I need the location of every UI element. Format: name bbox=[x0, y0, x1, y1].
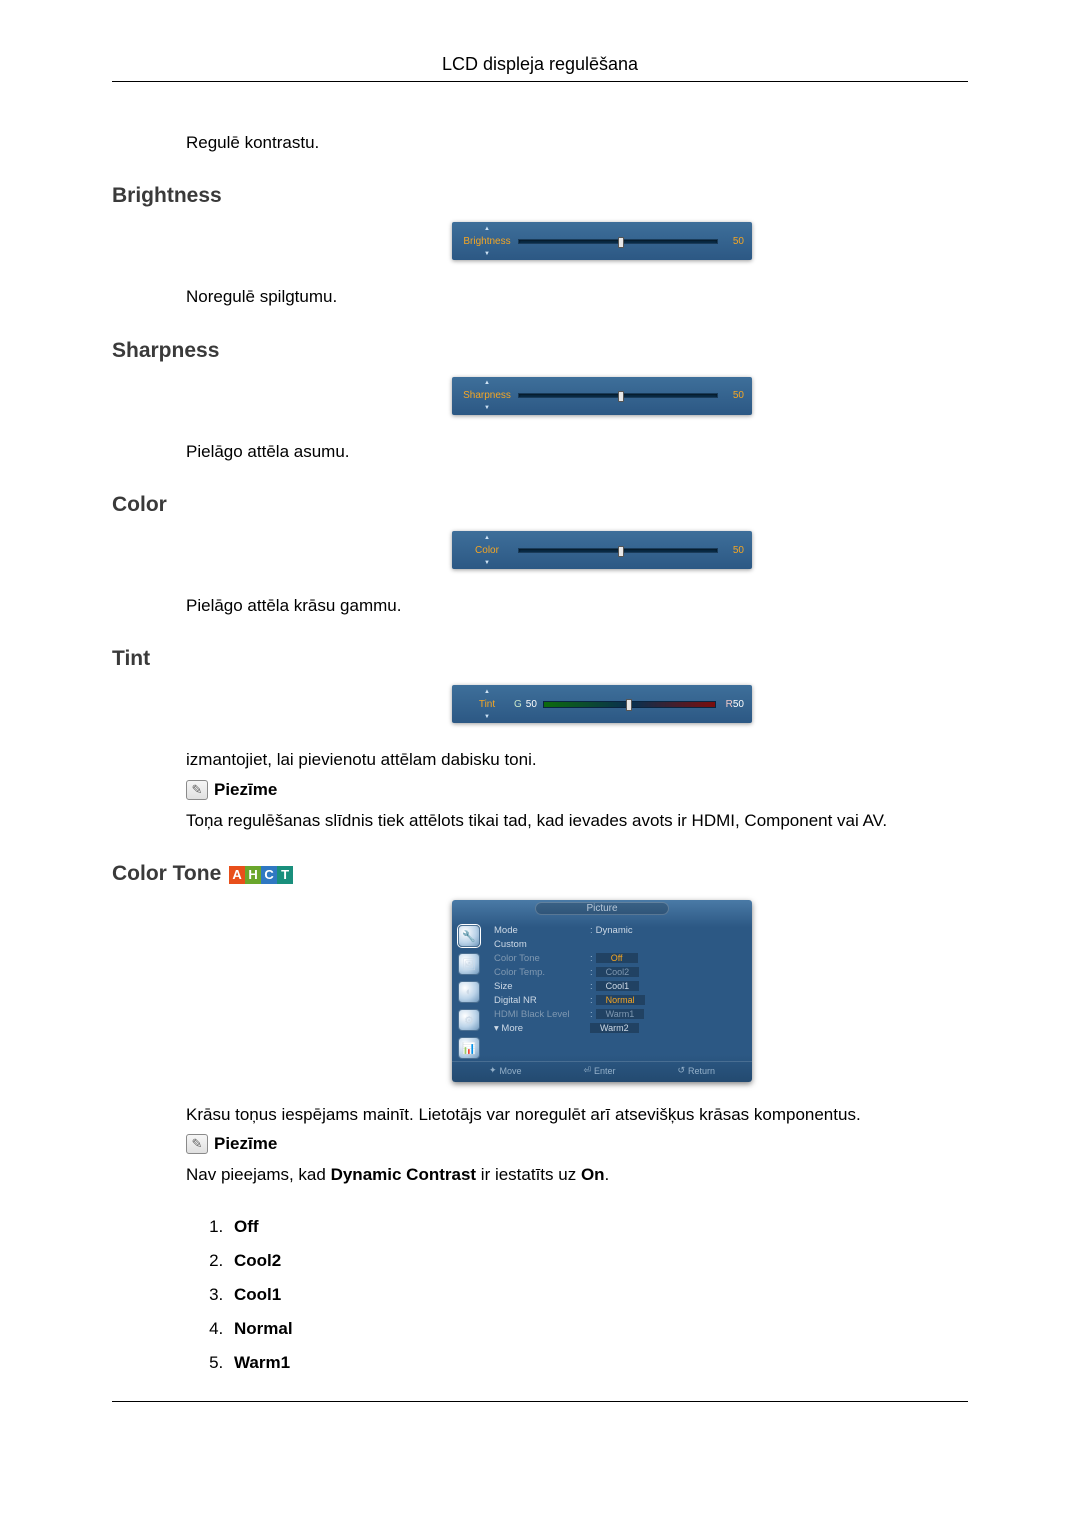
menu-value: Warm1 bbox=[596, 1009, 645, 1019]
tint-slider-panel: Tint G 50 R 50 bbox=[112, 685, 968, 723]
menu-key: Custom bbox=[494, 939, 590, 950]
footer-move: ✦ Move bbox=[489, 1065, 522, 1076]
menu-value: Dynamic bbox=[596, 925, 744, 936]
list-item: Cool1 bbox=[228, 1285, 968, 1305]
color-tone-desc: Krāsu toņus iespējams mainīt. Lietotājs … bbox=[186, 1102, 968, 1128]
badge-t-icon: T bbox=[277, 866, 293, 884]
color-tone-options-list: Off Cool2 Cool1 Normal Warm1 bbox=[228, 1217, 968, 1373]
menu-footer: ✦ Move ⏎ Enter ↺ Return bbox=[452, 1061, 752, 1078]
sharpness-value: 50 bbox=[726, 390, 744, 401]
menu-row-size[interactable]: Size : Cool1 bbox=[494, 979, 744, 993]
picture-menu-panel: Picture 🔧 🖼 ◐ ⚙ 📊 Mode : Dynamic Custom bbox=[112, 900, 968, 1082]
tint-r-label: R bbox=[726, 699, 733, 710]
color-heading: Color bbox=[112, 493, 968, 517]
menu-icon-setup[interactable]: ⚙ bbox=[458, 1009, 480, 1031]
color-slider-panel: Color 50 bbox=[112, 531, 968, 569]
color-tone-heading: Color Tone A H C T bbox=[112, 862, 968, 886]
badge-h-icon: H bbox=[245, 866, 261, 884]
picture-menu-title: Picture bbox=[535, 902, 668, 915]
menu-row-mode[interactable]: Mode : Dynamic bbox=[494, 923, 744, 937]
menu-key: Size bbox=[494, 981, 590, 992]
menu-key: Digital NR bbox=[494, 995, 590, 1006]
tint-osd[interactable]: Tint G 50 R 50 bbox=[452, 685, 752, 723]
tint-thumb[interactable] bbox=[626, 699, 632, 711]
color-tone-note-label: Piezīme bbox=[214, 1134, 277, 1154]
sharpness-thumb[interactable] bbox=[618, 391, 624, 402]
menu-list: Mode : Dynamic Custom Color Tone : Off C… bbox=[484, 923, 744, 1059]
footer-enter: ⏎ Enter bbox=[583, 1065, 615, 1076]
badge-a-icon: A bbox=[229, 866, 245, 884]
tint-track[interactable] bbox=[543, 701, 716, 708]
sharpness-slider-panel: Sharpness 50 bbox=[112, 377, 968, 415]
color-osd-label: Color bbox=[460, 545, 514, 556]
brightness-value: 50 bbox=[726, 236, 744, 247]
brightness-osd[interactable]: Brightness 50 bbox=[452, 222, 752, 260]
footer-return: ↺ Return bbox=[677, 1065, 715, 1076]
menu-value: Cool2 bbox=[596, 967, 640, 977]
list-item: Normal bbox=[228, 1319, 968, 1339]
color-tone-note-header: ✎ Piezīme bbox=[186, 1134, 968, 1154]
color-tone-heading-text: Color Tone bbox=[112, 862, 221, 885]
color-track[interactable] bbox=[518, 548, 718, 553]
tint-heading: Tint bbox=[112, 647, 968, 671]
tint-desc: izmantojiet, lai pievienotu attēlam dabi… bbox=[186, 747, 968, 773]
tint-g-label: G bbox=[514, 699, 522, 710]
color-tone-badges: A H C T bbox=[229, 866, 293, 884]
note-icon: ✎ bbox=[186, 1134, 208, 1154]
menu-key: ▾ More bbox=[494, 1023, 590, 1034]
list-item: Cool2 bbox=[228, 1251, 968, 1271]
menu-icon-picture[interactable]: 🔧 bbox=[458, 925, 480, 947]
color-tone-note-text: Nav pieejams, kad Dynamic Contrast ir ie… bbox=[186, 1162, 968, 1188]
menu-icon-sound[interactable]: 🖼 bbox=[458, 953, 480, 975]
badge-c-icon: C bbox=[261, 866, 277, 884]
bottom-rule bbox=[112, 1401, 968, 1402]
list-item: Warm1 bbox=[228, 1353, 968, 1373]
menu-row-hdmi-black: HDMI Black Level : Warm1 bbox=[494, 1007, 744, 1021]
sharpness-desc: Pielāgo attēla asumu. bbox=[186, 439, 968, 465]
brightness-thumb[interactable] bbox=[618, 237, 624, 248]
menu-value: Normal bbox=[596, 995, 645, 1005]
sharpness-osd[interactable]: Sharpness 50 bbox=[452, 377, 752, 415]
menu-side-icons: 🔧 🖼 ◐ ⚙ 📊 bbox=[458, 923, 484, 1059]
menu-row-color-tone[interactable]: Color Tone : Off bbox=[494, 951, 744, 965]
sharpness-osd-label: Sharpness bbox=[460, 390, 514, 401]
picture-menu[interactable]: Picture 🔧 🖼 ◐ ⚙ 📊 Mode : Dynamic Custom bbox=[452, 900, 752, 1082]
intro-text: Regulē kontrastu. bbox=[186, 130, 968, 156]
tint-note-label: Piezīme bbox=[214, 780, 277, 800]
menu-icon-input[interactable]: 📊 bbox=[458, 1037, 480, 1059]
page-header-title: LCD displeja regulēšana bbox=[112, 54, 968, 81]
menu-value: Warm2 bbox=[590, 1023, 639, 1033]
brightness-heading: Brightness bbox=[112, 184, 968, 208]
brightness-track[interactable] bbox=[518, 239, 718, 244]
brightness-osd-label: Brightness bbox=[460, 236, 514, 247]
list-item: Off bbox=[228, 1217, 968, 1237]
tint-r-value: 50 bbox=[733, 699, 744, 710]
menu-key: Color Temp. bbox=[494, 967, 590, 978]
tint-g-value: 50 bbox=[526, 699, 537, 710]
color-osd[interactable]: Color 50 bbox=[452, 531, 752, 569]
color-value: 50 bbox=[726, 545, 744, 556]
tint-note-header: ✎ Piezīme bbox=[186, 780, 968, 800]
menu-row-color-temp: Color Temp. : Cool2 bbox=[494, 965, 744, 979]
menu-value: Off bbox=[596, 953, 638, 963]
menu-key: Mode bbox=[494, 925, 590, 936]
menu-key: HDMI Black Level bbox=[494, 1009, 590, 1020]
brightness-slider-panel: Brightness 50 bbox=[112, 222, 968, 260]
tint-note-text: Toņa regulēšanas slīdnis tiek attēlots t… bbox=[186, 808, 968, 834]
menu-row-custom[interactable]: Custom bbox=[494, 937, 744, 951]
sharpness-track[interactable] bbox=[518, 393, 718, 398]
menu-row-digital-nr[interactable]: Digital NR : Normal bbox=[494, 993, 744, 1007]
sharpness-heading: Sharpness bbox=[112, 339, 968, 363]
menu-icon-channel[interactable]: ◐ bbox=[458, 981, 480, 1003]
brightness-desc: Noregulē spilgtumu. bbox=[186, 284, 968, 310]
tint-osd-label: Tint bbox=[460, 699, 514, 710]
note-icon: ✎ bbox=[186, 780, 208, 800]
menu-row-more[interactable]: ▾ More Warm2 bbox=[494, 1021, 744, 1035]
color-thumb[interactable] bbox=[618, 546, 624, 557]
top-rule bbox=[112, 81, 968, 82]
color-desc: Pielāgo attēla krāsu gammu. bbox=[186, 593, 968, 619]
menu-value: Cool1 bbox=[596, 981, 640, 991]
menu-key: Color Tone bbox=[494, 953, 590, 964]
